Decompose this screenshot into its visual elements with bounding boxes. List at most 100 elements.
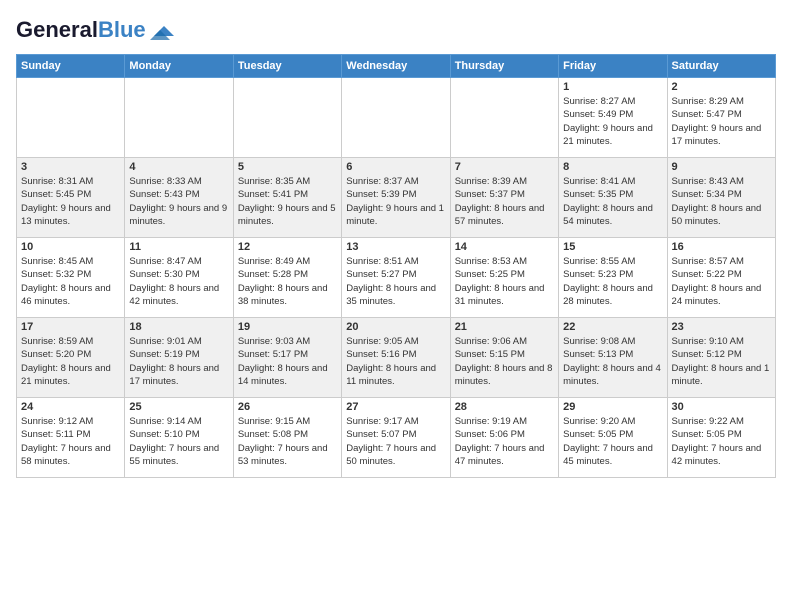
calendar-cell [17,78,125,158]
day-info: Sunrise: 8:27 AM Sunset: 5:49 PM Dayligh… [563,95,662,148]
calendar-cell: 28 Sunrise: 9:19 AM Sunset: 5:06 PM Dayli… [450,398,558,478]
day-info: Sunrise: 8:37 AM Sunset: 5:39 PM Dayligh… [346,175,445,228]
calendar-cell: 20 Sunrise: 9:05 AM Sunset: 5:16 PM Dayli… [342,318,450,398]
day-info: Sunrise: 9:05 AM Sunset: 5:16 PM Dayligh… [346,335,445,388]
day-number: 14 [455,241,554,253]
day-info: Sunrise: 8:41 AM Sunset: 5:35 PM Dayligh… [563,175,662,228]
day-number: 20 [346,321,445,333]
calendar-table: SundayMondayTuesdayWednesdayThursdayFrid… [16,54,776,478]
calendar-cell: 18 Sunrise: 9:01 AM Sunset: 5:19 PM Dayli… [125,318,233,398]
day-info: Sunrise: 8:43 AM Sunset: 5:34 PM Dayligh… [672,175,771,228]
day-number: 29 [563,401,662,413]
calendar-cell: 2Sunrise: 8:29 AM Sunset: 5:47 PM Daylig… [667,78,775,158]
weekday-header-thursday: Thursday [450,55,558,78]
day-number: 18 [129,321,228,333]
calendar-cell: 7 Sunrise: 8:39 AM Sunset: 5:37 PM Daylig… [450,158,558,238]
calendar-cell: 14 Sunrise: 8:53 AM Sunset: 5:25 PM Dayli… [450,238,558,318]
day-info: Sunrise: 9:20 AM Sunset: 5:05 PM Dayligh… [563,415,662,468]
day-info: Sunrise: 9:08 AM Sunset: 5:13 PM Dayligh… [563,335,662,388]
weekday-header-saturday: Saturday [667,55,775,78]
day-info: Sunrise: 9:01 AM Sunset: 5:19 PM Dayligh… [129,335,228,388]
day-info: Sunrise: 9:12 AM Sunset: 5:11 PM Dayligh… [21,415,120,468]
day-number: 27 [346,401,445,413]
calendar-cell: 16 Sunrise: 8:57 AM Sunset: 5:22 PM Dayli… [667,238,775,318]
day-info: Sunrise: 8:31 AM Sunset: 5:45 PM Dayligh… [21,175,120,228]
day-number: 8 [563,161,662,173]
day-info: Sunrise: 8:59 AM Sunset: 5:20 PM Dayligh… [21,335,120,388]
day-info: Sunrise: 9:06 AM Sunset: 5:15 PM Dayligh… [455,335,554,388]
weekday-header-sunday: Sunday [17,55,125,78]
calendar-cell: 25 Sunrise: 9:14 AM Sunset: 5:10 PM Dayli… [125,398,233,478]
calendar-cell: 6 Sunrise: 8:37 AM Sunset: 5:39 PM Daylig… [342,158,450,238]
calendar-cell [450,78,558,158]
week-row-4: 17 Sunrise: 8:59 AM Sunset: 5:20 PM Dayli… [17,318,776,398]
day-number: 15 [563,241,662,253]
logo: GeneralBlue [16,16,174,44]
calendar-cell: 30 Sunrise: 9:22 AM Sunset: 5:05 PM Dayli… [667,398,775,478]
day-number: 17 [21,321,120,333]
day-number: 13 [346,241,445,253]
weekday-header-wednesday: Wednesday [342,55,450,78]
day-number: 30 [672,401,771,413]
calendar-cell: 21 Sunrise: 9:06 AM Sunset: 5:15 PM Dayli… [450,318,558,398]
week-row-5: 24 Sunrise: 9:12 AM Sunset: 5:11 PM Dayli… [17,398,776,478]
day-info: Sunrise: 9:14 AM Sunset: 5:10 PM Dayligh… [129,415,228,468]
calendar-cell: 26 Sunrise: 9:15 AM Sunset: 5:08 PM Dayli… [233,398,341,478]
calendar-cell: 8 Sunrise: 8:41 AM Sunset: 5:35 PM Daylig… [559,158,667,238]
logo-icon [146,16,174,44]
day-info: Sunrise: 8:33 AM Sunset: 5:43 PM Dayligh… [129,175,228,228]
day-info: Sunrise: 8:55 AM Sunset: 5:23 PM Dayligh… [563,255,662,308]
day-number: 26 [238,401,337,413]
day-number: 4 [129,161,228,173]
day-number: 19 [238,321,337,333]
day-number: 25 [129,401,228,413]
day-number: 5 [238,161,337,173]
day-number: 10 [21,241,120,253]
calendar-cell: 1 Sunrise: 8:27 AM Sunset: 5:49 PM Daylig… [559,78,667,158]
calendar-cell: 15 Sunrise: 8:55 AM Sunset: 5:23 PM Dayli… [559,238,667,318]
day-info: Sunrise: 8:49 AM Sunset: 5:28 PM Dayligh… [238,255,337,308]
logo-text: GeneralBlue [16,18,146,42]
week-row-2: 3Sunrise: 8:31 AM Sunset: 5:45 PM Daylig… [17,158,776,238]
weekday-header-tuesday: Tuesday [233,55,341,78]
weekday-header-friday: Friday [559,55,667,78]
day-number: 9 [672,161,771,173]
day-number: 1 [563,81,662,93]
week-row-1: 1 Sunrise: 8:27 AM Sunset: 5:49 PM Daylig… [17,78,776,158]
header: GeneralBlue [16,16,776,44]
day-number: 21 [455,321,554,333]
day-info: Sunrise: 8:53 AM Sunset: 5:25 PM Dayligh… [455,255,554,308]
calendar-cell: 5 Sunrise: 8:35 AM Sunset: 5:41 PM Daylig… [233,158,341,238]
day-number: 28 [455,401,554,413]
calendar-cell [233,78,341,158]
calendar-cell: 19 Sunrise: 9:03 AM Sunset: 5:17 PM Dayli… [233,318,341,398]
calendar-cell: 3Sunrise: 8:31 AM Sunset: 5:45 PM Daylig… [17,158,125,238]
day-number: 24 [21,401,120,413]
day-info: Sunrise: 8:57 AM Sunset: 5:22 PM Dayligh… [672,255,771,308]
day-info: Sunrise: 9:22 AM Sunset: 5:05 PM Dayligh… [672,415,771,468]
day-info: Sunrise: 8:39 AM Sunset: 5:37 PM Dayligh… [455,175,554,228]
calendar-cell: 27Sunrise: 9:17 AM Sunset: 5:07 PM Dayli… [342,398,450,478]
calendar-cell: 23Sunrise: 9:10 AM Sunset: 5:12 PM Dayli… [667,318,775,398]
week-row-3: 10 Sunrise: 8:45 AM Sunset: 5:32 PM Dayli… [17,238,776,318]
calendar-cell: 22 Sunrise: 9:08 AM Sunset: 5:13 PM Dayli… [559,318,667,398]
calendar-cell: 24 Sunrise: 9:12 AM Sunset: 5:11 PM Dayli… [17,398,125,478]
day-number: 7 [455,161,554,173]
day-info: Sunrise: 9:19 AM Sunset: 5:06 PM Dayligh… [455,415,554,468]
calendar-cell: 12Sunrise: 8:49 AM Sunset: 5:28 PM Dayli… [233,238,341,318]
day-info: Sunrise: 8:45 AM Sunset: 5:32 PM Dayligh… [21,255,120,308]
calendar-cell: 29 Sunrise: 9:20 AM Sunset: 5:05 PM Dayli… [559,398,667,478]
page: GeneralBlue SundayMondayTuesdayWednesday… [0,0,792,612]
day-info: Sunrise: 8:47 AM Sunset: 5:30 PM Dayligh… [129,255,228,308]
day-info: Sunrise: 9:03 AM Sunset: 5:17 PM Dayligh… [238,335,337,388]
calendar-cell [342,78,450,158]
calendar-cell: 9 Sunrise: 8:43 AM Sunset: 5:34 PM Daylig… [667,158,775,238]
day-info: Sunrise: 9:15 AM Sunset: 5:08 PM Dayligh… [238,415,337,468]
day-info: Sunrise: 8:35 AM Sunset: 5:41 PM Dayligh… [238,175,337,228]
day-number: 16 [672,241,771,253]
calendar-cell: 4 Sunrise: 8:33 AM Sunset: 5:43 PM Daylig… [125,158,233,238]
calendar-cell: 13Sunrise: 8:51 AM Sunset: 5:27 PM Dayli… [342,238,450,318]
calendar-cell: 17 Sunrise: 8:59 AM Sunset: 5:20 PM Dayli… [17,318,125,398]
day-number: 22 [563,321,662,333]
day-number: 6 [346,161,445,173]
